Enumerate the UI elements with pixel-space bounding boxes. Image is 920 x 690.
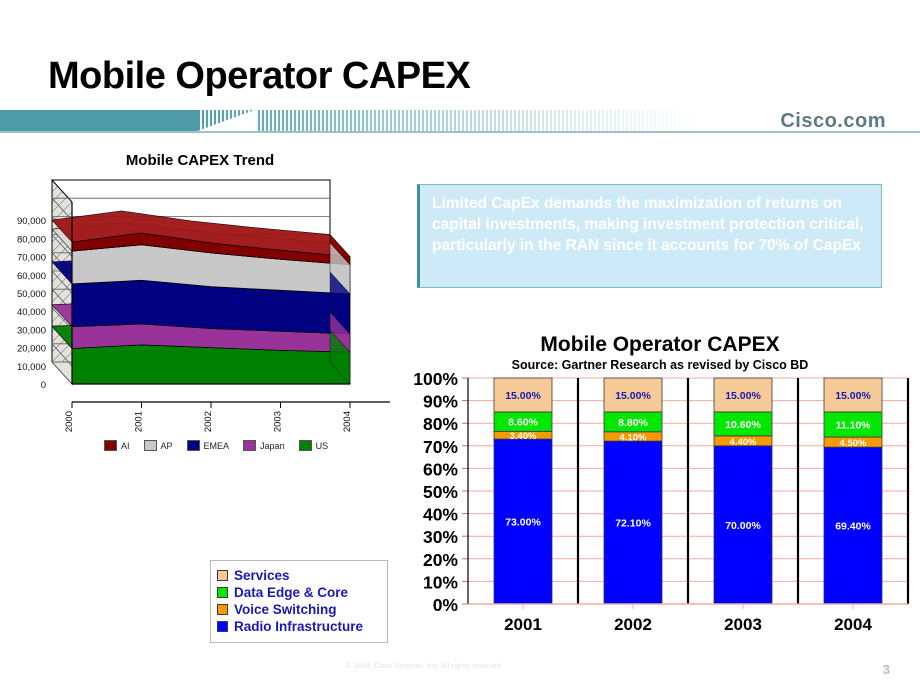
svg-text:2001: 2001 xyxy=(134,411,145,432)
page-title: Mobile Operator CAPEX xyxy=(48,55,471,97)
svg-text:10,000: 10,000 xyxy=(17,362,46,373)
legend-swatch-radio-infrastructure xyxy=(217,621,228,632)
bar-chart-canvas: 0% 10%20% 30%40% 50% 60%70% 80%90% 100% 73.00% 3… xyxy=(413,372,910,634)
svg-text:70,000: 70,000 xyxy=(17,253,46,264)
svg-text:20%: 20% xyxy=(423,550,458,570)
svg-text:11.10%: 11.10% xyxy=(835,419,871,431)
bar-chart-title: Mobile Operator CAPEX xyxy=(540,333,780,356)
legend-label-emea: EMEA xyxy=(203,440,230,451)
band-solid-segment xyxy=(0,110,200,132)
svg-text:70%: 70% xyxy=(423,437,458,457)
legend-swatch-emea xyxy=(186,440,200,451)
legend-item-us: US xyxy=(298,440,329,451)
svg-text:10%: 10% xyxy=(423,572,458,592)
svg-text:2004: 2004 xyxy=(834,615,872,634)
legend-label-services: Services xyxy=(234,568,290,583)
svg-text:40%: 40% xyxy=(423,505,458,525)
legend-label-ap: AP xyxy=(160,440,173,451)
legend-item-voice-switching: Voice Switching xyxy=(217,602,381,617)
svg-text:15.00%: 15.00% xyxy=(835,390,871,402)
svg-text:8.80%: 8.80% xyxy=(618,417,648,429)
legend-item-ap: AP xyxy=(143,440,173,451)
svg-text:0: 0 xyxy=(41,380,46,391)
svg-text:50%: 50% xyxy=(423,482,458,502)
svg-text:60,000: 60,000 xyxy=(17,271,46,282)
svg-text:2002: 2002 xyxy=(203,411,214,432)
svg-text:10.60%: 10.60% xyxy=(725,419,761,431)
area-chart-title: Mobile CAPEX Trend xyxy=(125,152,275,169)
svg-text:8.60%: 8.60% xyxy=(508,417,538,429)
svg-text:100%: 100% xyxy=(413,372,458,389)
svg-text:2003: 2003 xyxy=(724,615,762,634)
legend-label-radio-infrastructure: Radio Infrastructure xyxy=(234,619,364,634)
svg-text:3.40%: 3.40% xyxy=(510,431,537,442)
svg-text:73.00%: 73.00% xyxy=(505,517,541,529)
svg-text:2003: 2003 xyxy=(273,411,284,432)
callout-box: Limited CapEx demands the maximization o… xyxy=(417,184,882,288)
svg-text:70.00%: 70.00% xyxy=(725,520,761,532)
legend-label-voice-switching: Voice Switching xyxy=(234,602,337,617)
svg-text:90%: 90% xyxy=(423,392,458,412)
legend-item-japan: Japan xyxy=(243,440,285,451)
legend-swatch-services xyxy=(217,570,228,581)
band-taper xyxy=(196,110,256,132)
svg-text:50,000: 50,000 xyxy=(17,289,46,300)
svg-text:40,000: 40,000 xyxy=(17,307,46,318)
legend-label-data-edge-core: Data Edge & Core xyxy=(234,585,349,600)
legend-item-ai: AI xyxy=(104,440,130,451)
legend-item-data-edge-core: Data Edge & Core xyxy=(217,585,381,600)
legend-item-radio-infrastructure: Radio Infrastructure xyxy=(217,619,381,634)
footer-copyright: © 2004, Cisco Systems, Inc. All rights r… xyxy=(346,663,504,670)
svg-text:20,000: 20,000 xyxy=(17,344,46,355)
legend-label-japan: Japan xyxy=(260,440,285,451)
legend-swatch-ai xyxy=(104,440,117,451)
svg-text:30%: 30% xyxy=(423,527,458,547)
svg-text:15.00%: 15.00% xyxy=(505,390,541,402)
svg-text:4.40%: 4.40% xyxy=(730,437,757,448)
legend-item-services: Services xyxy=(217,568,381,583)
legend-swatch-voice-switching xyxy=(217,604,228,615)
svg-text:4.50%: 4.50% xyxy=(840,438,867,449)
svg-text:72.10%: 72.10% xyxy=(615,518,651,530)
svg-text:60%: 60% xyxy=(423,459,458,479)
svg-text:15.00%: 15.00% xyxy=(725,390,761,402)
svg-text:2000: 2000 xyxy=(64,411,75,432)
legend-swatch-japan xyxy=(243,440,257,451)
svg-text:15.00%: 15.00% xyxy=(615,390,651,402)
legend-swatch-us xyxy=(298,440,312,451)
area-chart-legend: AI AP EMEA Japan US xyxy=(104,440,328,451)
legend-swatch-data-edge-core xyxy=(217,587,228,598)
svg-text:90,000: 90,000 xyxy=(17,216,46,227)
svg-text:2004: 2004 xyxy=(342,411,353,432)
bar-chart-subtitle: Source: Gartner Research as revised by C… xyxy=(511,358,809,372)
bar-chart-legend: Services Data Edge & Core Voice Switchin… xyxy=(210,560,388,643)
svg-text:69.40%: 69.40% xyxy=(835,521,871,533)
cisco-brand-logo: Cisco.com xyxy=(780,110,886,132)
legend-swatch-ap xyxy=(143,440,157,451)
callout-text: Limited CapEx demands the maximization o… xyxy=(432,195,864,254)
legend-label-ai: AI xyxy=(121,440,130,451)
svg-text:30,000: 30,000 xyxy=(17,325,46,336)
svg-text:2002: 2002 xyxy=(614,615,652,634)
svg-text:80,000: 80,000 xyxy=(17,234,46,245)
mobile-operator-capex-chart: Mobile Operator CAPEX Source: Gartner Re… xyxy=(408,330,912,650)
svg-text:0%: 0% xyxy=(433,595,459,615)
svg-text:4.10%: 4.10% xyxy=(620,432,647,443)
mobile-capex-trend-chart: Mobile CAPEX Trend 0 10,000 20,000 30,000 40… xyxy=(0,152,400,472)
svg-text:2001: 2001 xyxy=(504,615,542,634)
svg-text:80%: 80% xyxy=(423,414,458,434)
legend-item-emea: EMEA xyxy=(186,440,230,451)
page-number: 3 xyxy=(882,662,890,677)
legend-label-us: US xyxy=(315,440,329,451)
area-chart-canvas: 0 10,000 20,000 30,000 40,000 50,000 60,000 70,… xyxy=(17,178,390,432)
